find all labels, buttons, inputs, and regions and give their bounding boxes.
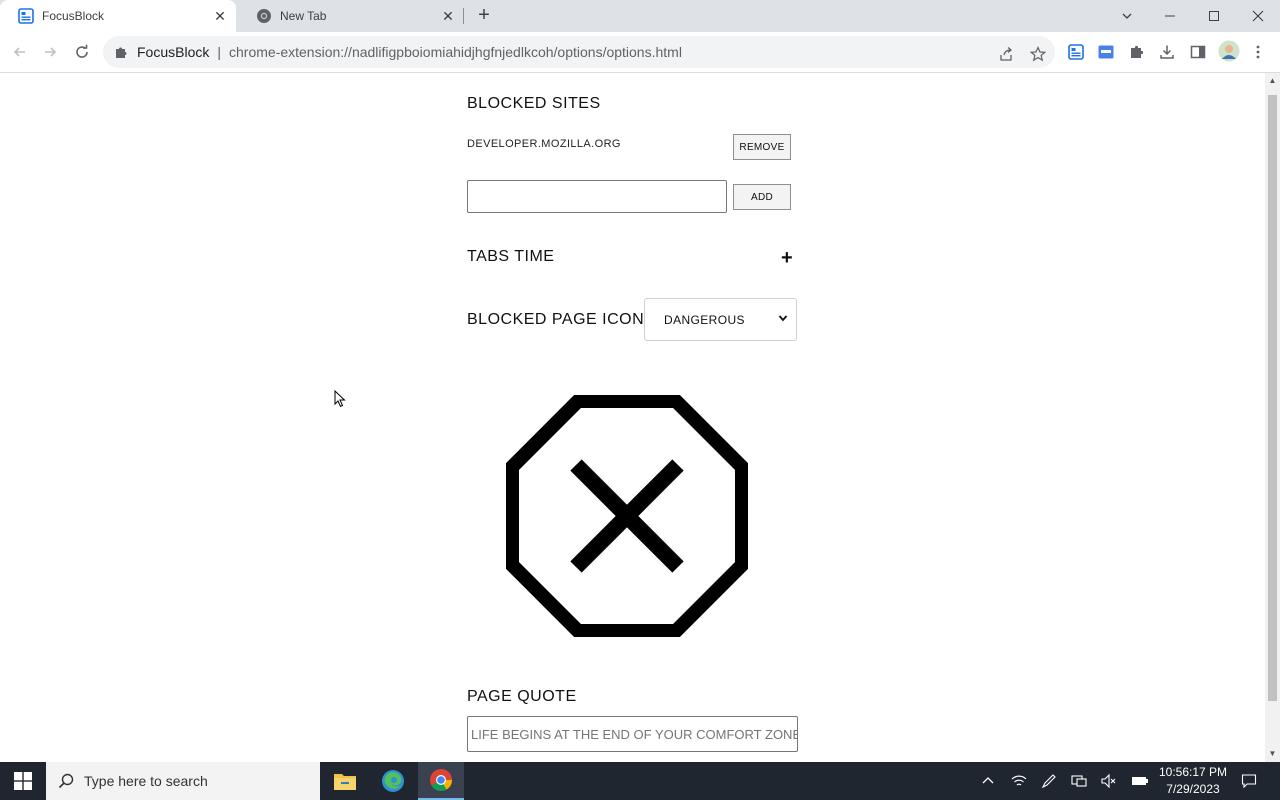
tabs-time-expand-button[interactable]: +: [781, 247, 793, 270]
options-page: BLOCKED SITES DEVELOPER.MOZILLA.ORG REMO…: [0, 73, 1265, 762]
blocked-site-domain: DEVELOPER.MOZILLA.ORG: [467, 138, 621, 150]
omnibox-divider: |: [217, 44, 221, 60]
tab-new-tab[interactable]: New Tab ✕: [238, 0, 464, 32]
notification-icon[interactable]: [1238, 762, 1260, 800]
address-bar[interactable]: FocusBlock | chrome-extension://nadlifig…: [103, 36, 1055, 68]
select-value: DANGEROUS: [664, 312, 745, 327]
battery-icon[interactable]: [1130, 762, 1150, 800]
tab-separator: [463, 8, 464, 24]
stop-octagon-x-icon: [505, 394, 749, 638]
taskbar-search[interactable]: Type here to search: [46, 762, 320, 800]
forward-button[interactable]: [38, 40, 62, 64]
close-window-button[interactable]: [1236, 0, 1280, 32]
taskbar-clock[interactable]: 10:56:17 PM 7/29/2023: [1158, 764, 1228, 798]
chevron-up-icon[interactable]: [978, 762, 998, 800]
windows-taskbar: Type here to search 10:56:17 PM 7/29/202…: [0, 762, 1280, 800]
blocked-page-icon-title: BLOCKED PAGE ICON: [467, 311, 645, 328]
page-scrollbar[interactable]: ▲ ▼: [1265, 73, 1280, 762]
pen-icon[interactable]: [1039, 762, 1059, 800]
chevron-down-icon: [778, 313, 788, 326]
blocked-icon-select[interactable]: DANGEROUS: [644, 298, 797, 341]
blocked-sites-title: BLOCKED SITES: [467, 95, 601, 112]
chrome-icon[interactable]: [418, 762, 464, 800]
wifi-icon[interactable]: [1009, 762, 1029, 800]
scroll-up-arrow-icon[interactable]: ▲: [1268, 76, 1277, 86]
extensions-puzzle-icon[interactable]: [1127, 42, 1147, 62]
site-name: FocusBlock: [137, 44, 210, 60]
focusblock-extension-icon[interactable]: [1066, 42, 1086, 62]
tab-search-button[interactable]: [1105, 0, 1149, 32]
scroll-down-arrow-icon[interactable]: ▼: [1268, 749, 1277, 759]
bookmark-star-icon[interactable]: [1028, 44, 1048, 64]
edge-icon[interactable]: [370, 762, 416, 800]
scrollbar-thumb[interactable]: [1268, 95, 1277, 701]
tab-focusblock[interactable]: FocusBlock ✕: [0, 0, 236, 32]
tab-strip: FocusBlock ✕ New Tab ✕ +: [0, 0, 1280, 32]
menu-dots-icon[interactable]: [1248, 42, 1268, 62]
reload-button[interactable]: [70, 40, 94, 64]
site-input[interactable]: [467, 180, 727, 213]
minimize-button[interactable]: [1148, 0, 1192, 32]
puzzle-icon: [113, 44, 129, 60]
network-icon[interactable]: [1069, 762, 1089, 800]
url-text[interactable]: chrome-extension://nadlifigpboiomiahidjh…: [229, 44, 682, 60]
search-placeholder: Type here to search: [84, 773, 208, 789]
avatar[interactable]: [1218, 40, 1240, 62]
side-panel-icon[interactable]: [1188, 42, 1208, 62]
volume-muted-icon[interactable]: [1099, 762, 1119, 800]
focusblock-icon: [18, 8, 34, 24]
tab-title: FocusBlock: [42, 9, 105, 23]
windows-start-icon[interactable]: [0, 762, 46, 800]
search-icon: [58, 773, 74, 789]
tab-title: New Tab: [280, 9, 327, 23]
file-explorer-icon[interactable]: [322, 762, 368, 800]
tabs-time-title: TABS TIME: [467, 248, 555, 265]
extension-keyboard-icon[interactable]: [1096, 42, 1116, 62]
download-icon[interactable]: [1157, 42, 1177, 62]
mouse-cursor-icon: [334, 389, 346, 413]
maximize-button[interactable]: [1192, 0, 1236, 32]
remove-site-button[interactable]: REMOVE: [733, 134, 791, 160]
close-icon[interactable]: ✕: [212, 8, 228, 24]
chrome-icon: [256, 8, 272, 24]
browser-toolbar: FocusBlock | chrome-extension://nadlifig…: [0, 32, 1280, 73]
back-button[interactable]: [8, 40, 32, 64]
close-icon[interactable]: ✕: [440, 8, 456, 24]
clock-time: 10:56:17 PM: [1158, 765, 1228, 779]
add-site-button[interactable]: ADD: [733, 184, 791, 210]
new-tab-button[interactable]: +: [474, 5, 494, 26]
page-quote-input[interactable]: LIFE BEGINS AT THE END OF YOUR COMFORT Z…: [467, 716, 798, 752]
clock-date: 7/29/2023: [1166, 782, 1220, 796]
page-quote-title: PAGE QUOTE: [467, 688, 577, 705]
share-icon[interactable]: [997, 44, 1017, 64]
